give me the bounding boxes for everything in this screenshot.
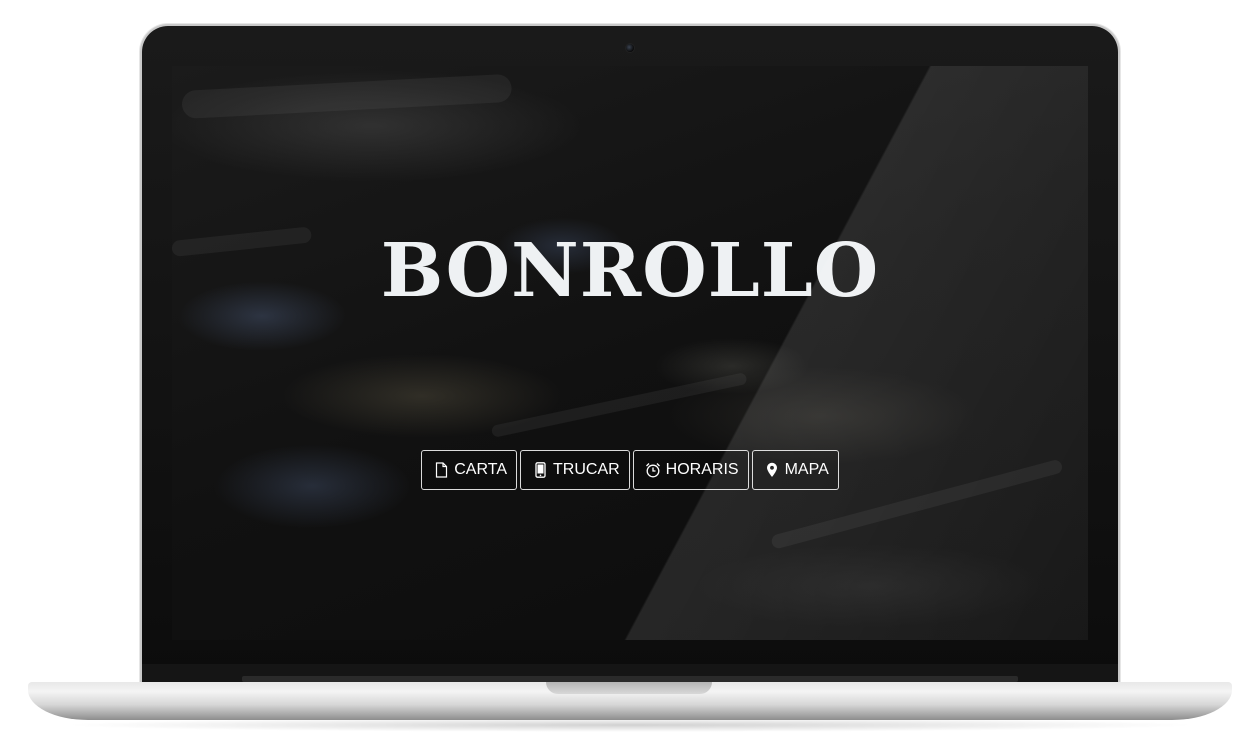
lid-opening-notch — [546, 682, 712, 694]
alarm-clock-icon — [645, 462, 661, 478]
laptop-lid: BONROLLO CARTA TRUCAR HORARIS MAPA — [142, 26, 1118, 686]
mobile-phone-icon — [532, 462, 548, 478]
nav-mapa-button[interactable]: MAPA — [751, 450, 839, 490]
nav-trucar-label: TRUCAR — [553, 461, 620, 478]
map-pin-icon — [764, 462, 780, 478]
laptop-shadow — [60, 718, 1200, 732]
nav-carta-label: CARTA — [454, 461, 507, 478]
nav-mapa-label: MAPA — [784, 461, 829, 478]
laptop-mockup: BONROLLO CARTA TRUCAR HORARIS MAPA — [0, 0, 1260, 756]
nav-horaris-label: HORARIS — [665, 461, 739, 478]
document-icon — [433, 462, 449, 478]
site-logo: BONROLLO — [380, 228, 880, 314]
laptop-base — [28, 682, 1232, 720]
background-photo — [172, 66, 1088, 640]
nav-carta-button[interactable]: CARTA — [421, 450, 517, 490]
nav-trucar-button[interactable]: TRUCAR — [520, 450, 630, 490]
nav-horaris-button[interactable]: HORARIS — [632, 450, 749, 490]
main-nav: CARTA TRUCAR HORARIS MAPA — [172, 450, 1088, 490]
webcam — [626, 44, 634, 52]
laptop-screen: BONROLLO CARTA TRUCAR HORARIS MAPA — [172, 66, 1088, 640]
